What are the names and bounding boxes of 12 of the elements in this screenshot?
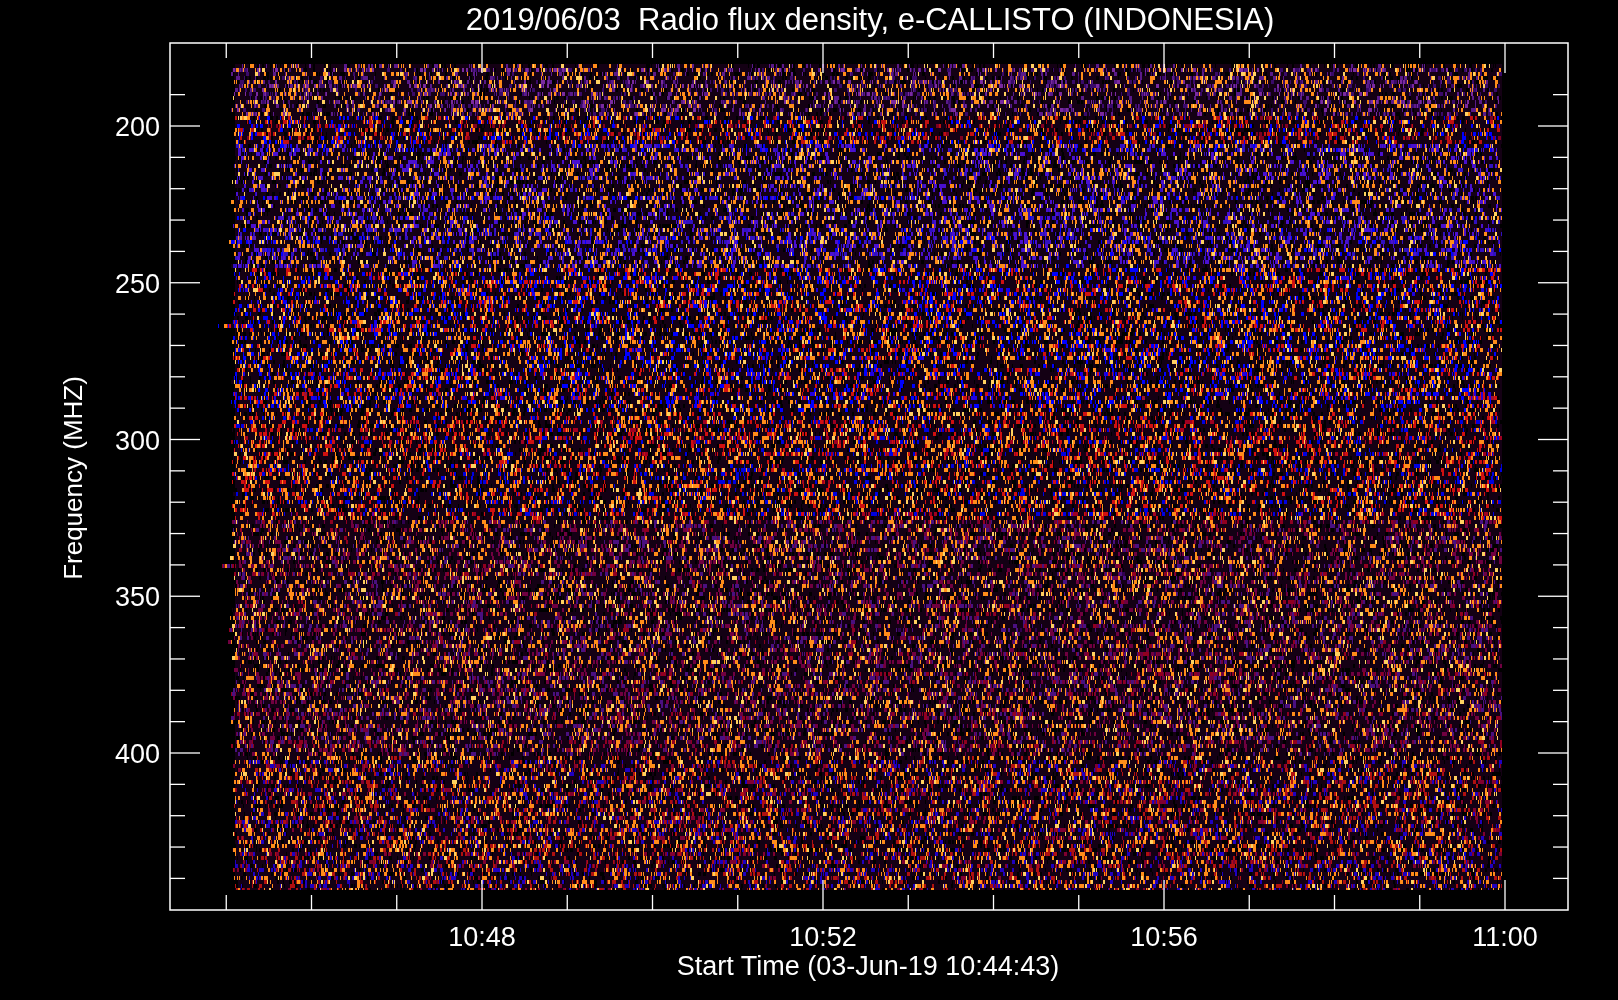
chart-title: 2019/06/03 Radio flux density, e-CALLISTO (INDONESIA) [465,2,1275,37]
x-tick-label: 11:00 [1472,922,1538,952]
x-tick-label: 10:52 [789,922,857,952]
x-axis-label: Start Time (03-Jun-19 10:44:43) [676,951,1060,981]
y-tick-label: 300 [114,425,160,456]
y-tick-label: 250 [114,268,160,299]
y-tick-label: 350 [114,582,160,613]
y-tick-label: 200 [114,112,160,142]
x-tick-label: 10:48 [448,922,516,952]
x-tick-label: 10:56 [1130,922,1198,952]
y-axis-label: Frequency (MHZ) [58,376,88,580]
y-tick-label: 400 [114,739,160,769]
